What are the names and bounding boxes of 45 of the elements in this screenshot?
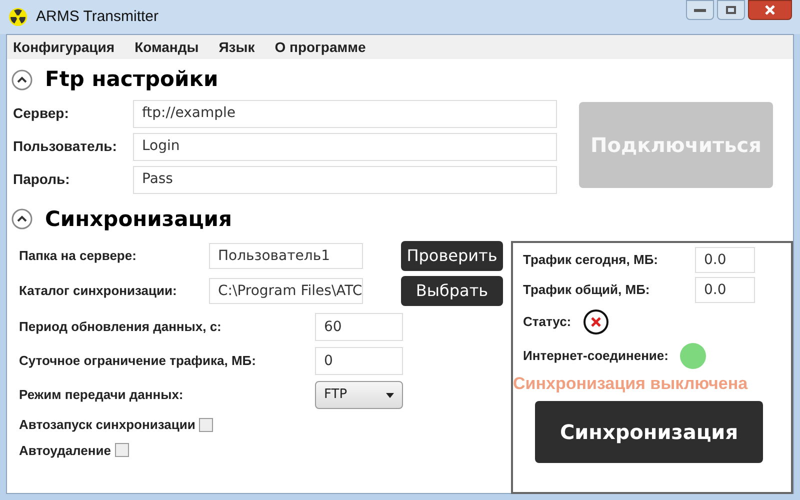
minimize-button[interactable] xyxy=(686,0,714,20)
radiation-logo-icon xyxy=(8,7,28,27)
section-title: Синхронизация xyxy=(45,206,232,232)
text-field[interactable]: 0 xyxy=(315,347,403,375)
text-field[interactable]: Login xyxy=(133,132,557,160)
field-label: Пользователь: xyxy=(13,137,118,156)
dropdown-caret-icon xyxy=(386,392,394,398)
close-button[interactable] xyxy=(748,0,792,20)
stat-label: Трафик сегодня, МБ: xyxy=(523,251,659,270)
menu-item[interactable]: Язык xyxy=(218,36,255,58)
maximize-button[interactable] xyxy=(717,0,745,20)
text-field[interactable]: 60 xyxy=(315,313,403,341)
close-icon xyxy=(764,5,776,15)
field-label: Период обновления данных, с: xyxy=(19,318,222,336)
field-label: Суточное ограничение трафика, МБ: xyxy=(19,352,257,370)
collapse-icon[interactable] xyxy=(11,208,33,230)
text-field[interactable]: C:\Program Files\ATC xyxy=(209,278,363,304)
internet-label: Интернет-соединение: xyxy=(523,347,668,366)
checkbox-label: Автозапуск синхронизации xyxy=(19,416,196,434)
field-label: Пароль: xyxy=(13,170,71,189)
text-field[interactable]: Пользователь1 xyxy=(209,243,363,269)
field-label: Режим передачи данных: xyxy=(19,386,184,404)
sync-status-message: Синхронизация выключена xyxy=(513,373,749,395)
checkbox[interactable] xyxy=(114,443,129,458)
text-field[interactable]: ftp://example xyxy=(133,100,557,128)
menu-item[interactable]: Команды xyxy=(134,36,199,58)
menu-item[interactable]: О программе xyxy=(274,36,366,58)
status-label: Статус: xyxy=(523,313,572,332)
folder-button[interactable]: Выбрать xyxy=(401,276,503,306)
folder-button[interactable]: Проверить xyxy=(401,241,503,271)
section-title: Ftp настройки xyxy=(45,66,218,93)
checkbox-label: Автоудаление xyxy=(19,442,111,460)
field-label: Сервер: xyxy=(13,104,70,123)
sync-button[interactable]: Синхронизация xyxy=(535,400,763,462)
menu-item[interactable]: Конфигурация xyxy=(13,36,115,58)
stat-field[interactable]: 0.0 xyxy=(695,247,755,273)
stat-label: Трафик общий, МБ: xyxy=(523,281,651,300)
field-label: Каталог синхронизации: xyxy=(19,282,178,300)
checkbox[interactable] xyxy=(199,418,214,432)
collapse-icon[interactable] xyxy=(11,68,33,91)
stat-field[interactable]: 0.0 xyxy=(695,277,755,303)
text-field[interactable]: Pass xyxy=(133,166,557,194)
mode-dropdown[interactable]: FTP xyxy=(315,381,403,409)
field-label: Папка на сервере: xyxy=(19,247,138,266)
window-title: ARMS Transmitter xyxy=(36,6,159,27)
